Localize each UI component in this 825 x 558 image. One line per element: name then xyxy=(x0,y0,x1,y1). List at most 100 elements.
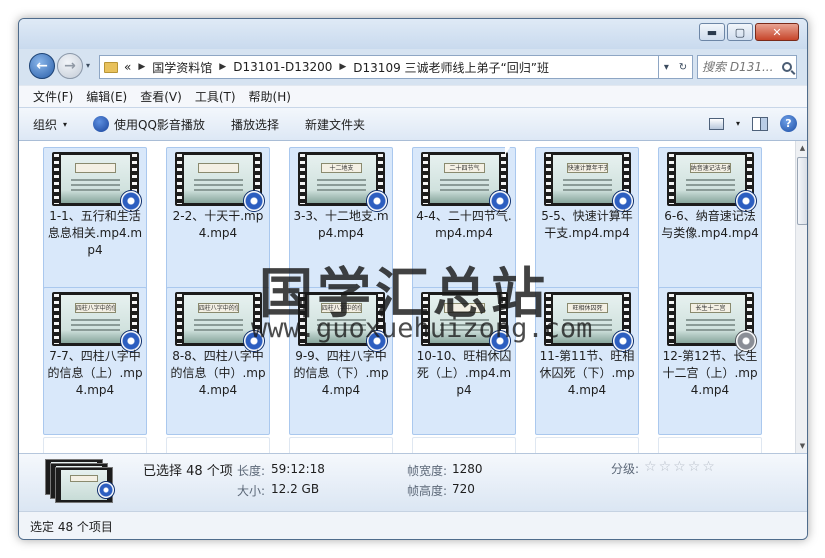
menu-help[interactable]: 帮助(H) xyxy=(249,88,291,105)
search-input[interactable] xyxy=(702,60,774,74)
breadcrumb-item-3[interactable]: D13109 三诚老师线上弟子“回归”班 xyxy=(353,59,549,76)
breadcrumb-item-2[interactable]: D13101-D13200 xyxy=(233,60,332,74)
star-icon[interactable]: ☆ xyxy=(688,460,701,474)
video-player-icon xyxy=(97,481,115,499)
details-pane: 已选择 48 个项 长度: 59:12:18 大小: 12.2 GB 帧宽度: … xyxy=(19,453,807,511)
status-bar: 选定 48 个项目 xyxy=(19,511,807,539)
file-item[interactable]: 四柱八字中的信息 7-7、四柱八字中的信息（上）.mp4.mp4 xyxy=(43,287,147,435)
preview-pane-icon[interactable] xyxy=(752,116,768,131)
organize-button[interactable]: 组织 ▾ xyxy=(33,116,67,133)
scroll-thumb[interactable] xyxy=(797,157,807,225)
file-name: 2-2、十天干.mp4.mp4 xyxy=(172,209,264,240)
slide-title: 四柱八字中的信息 xyxy=(198,305,238,312)
file-item[interactable] xyxy=(535,437,639,453)
new-folder-button[interactable]: 新建文件夹 xyxy=(305,116,365,133)
file-item[interactable] xyxy=(658,437,762,453)
breadcrumb-overflow[interactable]: « xyxy=(124,60,131,74)
file-item[interactable]: 长生十二宫 12-第12节、长生十二宫（上）.mp4.mp4 xyxy=(658,287,762,435)
selected-count: 已选择 48 个项 xyxy=(143,464,233,479)
file-item[interactable]: 纳音速记法与类象 6-6、纳音速记法与类像.mp4.mp4 xyxy=(658,147,762,295)
file-name: 8-8、四柱八字中的信息（中）.mp4.mp4 xyxy=(170,349,266,397)
file-item[interactable]: 快速计算年干支 5-5、快速计算年干支.mp4.mp4 xyxy=(535,147,639,295)
slide-title: 四柱八字中的信息 xyxy=(321,305,361,312)
slide-title: 旺相休囚死 xyxy=(572,305,603,312)
menu-tools[interactable]: 工具(T) xyxy=(195,88,236,105)
chevron-down-icon: ▾ xyxy=(63,119,68,129)
close-button[interactable]: ✕ xyxy=(755,23,799,41)
slide-title: 纳音速记法与类象 xyxy=(690,165,730,172)
refresh-icon[interactable]: ↻ xyxy=(679,62,687,73)
slide-title: 十二地支 xyxy=(329,165,354,172)
chevron-right-icon: ▶ xyxy=(339,62,347,72)
folder-icon xyxy=(104,61,118,73)
file-item[interactable]: 二十四节气 4-4、二十四节气.mp4.mp4 xyxy=(412,147,516,295)
slide-title: 四柱八字中的信息 xyxy=(75,305,115,312)
rating-label: 分级: xyxy=(611,462,640,476)
menu-file[interactable]: 文件(F) xyxy=(33,88,73,105)
file-item[interactable] xyxy=(412,437,516,453)
frame-height-label: 帧高度: xyxy=(407,484,448,498)
minimize-icon: ▬ xyxy=(706,25,718,39)
change-view-icon[interactable] xyxy=(708,117,724,130)
file-item[interactable]: 四柱八字中的信息 9-9、四柱八字中的信息（下）.mp4.mp4 xyxy=(289,287,393,435)
qq-player-icon xyxy=(93,116,110,132)
scroll-down-icon[interactable]: ▼ xyxy=(796,439,807,453)
file-item[interactable] xyxy=(166,437,270,453)
help-icon[interactable]: ? xyxy=(780,115,797,132)
frame-width-value: 1280 xyxy=(452,462,483,476)
view-options-dropdown[interactable]: ▾ xyxy=(736,119,740,128)
back-button[interactable]: ← xyxy=(29,53,55,79)
search-box[interactable] xyxy=(697,55,797,79)
file-item[interactable]: 10-10、旺相休囚死（上）.mp4.mp4 xyxy=(412,287,516,435)
slide-title: 快速计算年干支 xyxy=(567,165,608,172)
rating-stars[interactable]: ☆ ☆ ☆ ☆ ☆ xyxy=(644,460,715,474)
file-list[interactable]: 1-1、五行和生活息息相关.mp4.mp4 2-2、十天干.mp4.mp4 十二地支… xyxy=(19,141,795,453)
file-name: 11-第11节、旺相休囚死（下）.mp4.mp4 xyxy=(539,349,635,397)
file-item[interactable]: 2-2、十天干.mp4.mp4 xyxy=(166,147,270,295)
file-item[interactable] xyxy=(43,437,147,453)
explorer-window: ▬ ▢ ✕ ← → ▾ « ▶ 国学资料馆 ▶ D13101-D13200 ▶ … xyxy=(18,18,808,540)
address-tools: ▾ ↻ xyxy=(659,55,693,79)
file-item[interactable]: 旺相休囚死 11-第11节、旺相休囚死（下）.mp4.mp4 xyxy=(535,287,639,435)
star-icon[interactable]: ☆ xyxy=(644,460,657,474)
recent-pages-dropdown[interactable]: ▾ xyxy=(86,61,90,70)
file-name: 10-10、旺相休囚死（上）.mp4.mp4 xyxy=(416,349,512,397)
menu-edit[interactable]: 编辑(E) xyxy=(86,88,127,105)
file-name: 5-5、快速计算年干支.mp4.mp4 xyxy=(541,209,633,240)
star-icon[interactable]: ☆ xyxy=(659,460,672,474)
length-value: 59:12:18 xyxy=(271,462,325,476)
frame-width-label: 帧宽度: xyxy=(407,464,448,478)
scroll-up-icon[interactable]: ▲ xyxy=(796,141,807,155)
file-name: 4-4、二十四节气.mp4.mp4 xyxy=(416,209,512,240)
file-item[interactable]: 1-1、五行和生活息息相关.mp4.mp4 xyxy=(43,147,147,295)
forward-button[interactable]: → xyxy=(57,53,83,79)
slide-title: 长生十二宫 xyxy=(695,305,726,312)
address-bar[interactable]: « ▶ 国学资料馆 ▶ D13101-D13200 ▶ D13109 三诚老师线… xyxy=(99,55,659,79)
play-with-qq-button[interactable]: 使用QQ影音播放 xyxy=(93,116,205,133)
breadcrumb-item-1[interactable]: 国学资料馆 xyxy=(152,59,212,76)
minimize-button[interactable]: ▬ xyxy=(699,23,725,41)
address-dropdown-icon[interactable]: ▾ xyxy=(664,62,669,73)
search-icon[interactable] xyxy=(782,62,792,72)
maximize-button[interactable]: ▢ xyxy=(727,23,753,41)
menu-view[interactable]: 查看(V) xyxy=(140,88,182,105)
play-selection-button[interactable]: 播放选择 xyxy=(231,116,279,133)
file-item[interactable]: 十二地支 3-3、十二地支.mp4.mp4 xyxy=(289,147,393,295)
selection-thumbnail xyxy=(45,459,121,503)
size-label: 大小: xyxy=(237,484,266,498)
vertical-scrollbar[interactable]: ▲ ▼ xyxy=(795,141,807,453)
close-icon: ✕ xyxy=(772,25,782,39)
file-item[interactable] xyxy=(289,437,393,453)
title-bar: ▬ ▢ ✕ xyxy=(19,19,807,49)
file-name: 12-第12节、长生十二宫（上）.mp4.mp4 xyxy=(662,349,758,397)
star-icon[interactable]: ☆ xyxy=(702,460,715,474)
size-value: 12.2 GB xyxy=(271,482,320,496)
file-item[interactable]: 四柱八字中的信息 8-8、四柱八字中的信息（中）.mp4.mp4 xyxy=(166,287,270,435)
chevron-right-icon: ▶ xyxy=(138,62,146,72)
file-name: 9-9、四柱八字中的信息（下）.mp4.mp4 xyxy=(293,349,389,397)
file-name: 7-7、四柱八字中的信息（上）.mp4.mp4 xyxy=(47,349,143,397)
star-icon[interactable]: ☆ xyxy=(673,460,686,474)
arrow-right-icon: → xyxy=(64,58,76,74)
navigation-bar: ← → ▾ « ▶ 国学资料馆 ▶ D13101-D13200 ▶ D13109… xyxy=(19,49,807,83)
chevron-right-icon: ▶ xyxy=(219,62,227,72)
